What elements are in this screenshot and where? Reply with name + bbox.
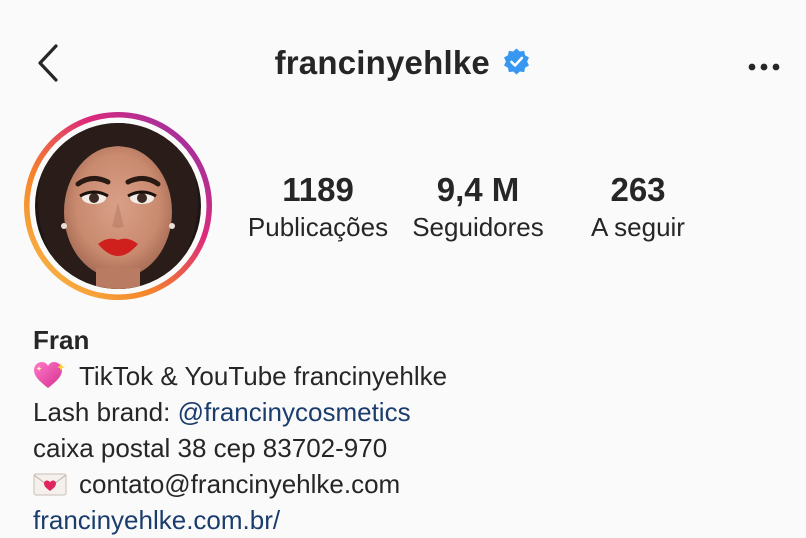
bio-line-lash-prefix: Lash brand: [33,397,178,427]
followers-count: 9,4 M [436,171,520,208]
story-ring [24,112,212,300]
mention-link[interactable]: @francinycosmetics [178,397,411,427]
more-options-button[interactable] [744,50,788,84]
bio-line-address: caixa postal 38 cep 83702-970 [33,433,388,463]
stat-posts[interactable]: 1189 Publicações [238,170,398,244]
following-count: 263 [610,171,666,208]
posts-count: 1189 [282,171,354,208]
profile-avatar[interactable] [22,110,214,302]
verified-badge-icon [504,47,530,75]
envelope-heart-icon [33,473,67,496]
profile-bio: Fran TikTok & YouTube francinyehlke Lash… [33,322,793,538]
following-label: A seguir [591,212,685,242]
followers-label: Seguidores [412,212,544,242]
bio-line-tiktok: TikTok & YouTube francinyehlke [79,361,448,391]
stat-followers[interactable]: 9,4 M Seguidores [398,170,558,244]
profile-display-name: Fran [33,325,90,355]
bio-line-email: contato@francinyehlke.com [79,469,401,499]
website-link[interactable]: francinyehlke.com.br/ [33,505,280,535]
profile-stats: 1189 Publicações 9,4 M Seguidores 263 A … [230,170,790,250]
profile-username: francinyehlke [274,44,490,81]
posts-label: Publicações [247,212,389,242]
more-horizontal-icon [748,63,780,71]
stat-following[interactable]: 263 A seguir [568,170,708,244]
title-bar: francinyehlke [0,44,806,88]
heart-with-sparkles-icon [34,362,65,388]
